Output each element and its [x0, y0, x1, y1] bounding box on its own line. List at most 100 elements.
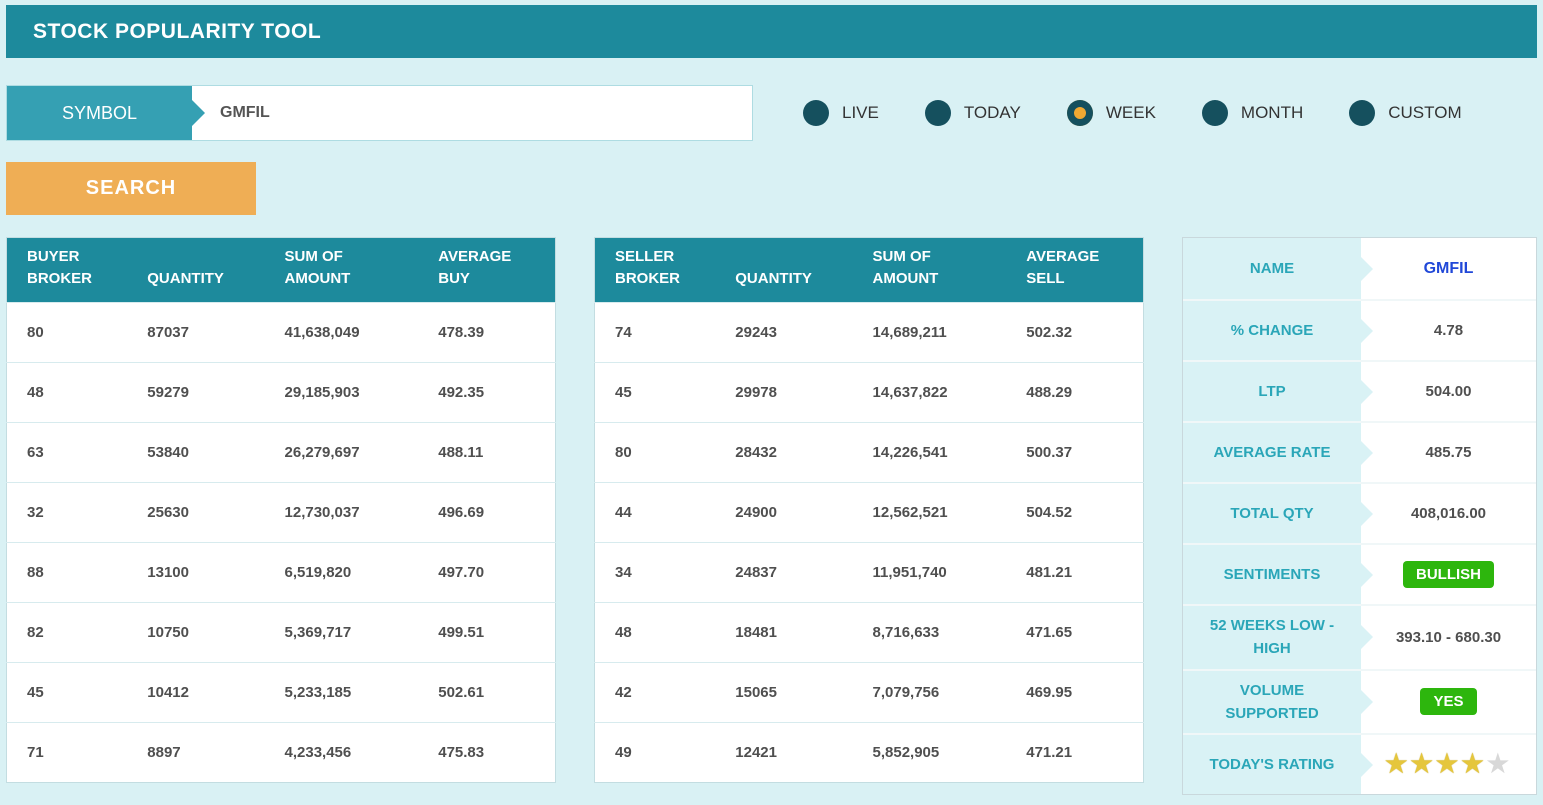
- table-row: 71 8897 4,233,456 475.83: [6, 721, 556, 782]
- star-filled-icon: ★: [1461, 750, 1487, 778]
- radio-icon[interactable]: [1349, 100, 1376, 126]
- search-button[interactable]: SEARCH: [6, 162, 256, 215]
- content: BUYER BROKER QUANTITY SUM OF AMOUNT AVERAGE…: [6, 237, 1537, 795]
- summary-label-text: SENTIMENTS: [1223, 565, 1321, 583]
- table-row: 49 12421 5,852,905 471.21: [594, 721, 1144, 782]
- summary-label: NAME: [1183, 238, 1361, 299]
- table-cell: 34: [594, 541, 716, 602]
- radio-icon[interactable]: [1201, 100, 1228, 126]
- table-cell: 499.51: [418, 601, 556, 662]
- summary-value: 408,016.00: [1361, 484, 1536, 543]
- period-option-custom[interactable]: CUSTOM: [1349, 100, 1462, 126]
- table-cell: 24837: [715, 541, 853, 602]
- symbol-link[interactable]: GMFIL: [1424, 260, 1474, 278]
- table-cell: 14,226,541: [852, 421, 1007, 482]
- summary-label-text: TOTAL QTY: [1230, 504, 1314, 522]
- summary-label-text: NAME: [1249, 259, 1295, 277]
- summary-label-text: VOLUME SUPPORTED: [1225, 681, 1319, 722]
- table-cell: 496.69: [418, 481, 556, 542]
- table-row: 42 15065 7,079,756 469.95: [594, 661, 1144, 722]
- table-cell: 12,562,521: [852, 481, 1007, 542]
- table-cell: 12421: [715, 721, 853, 782]
- table-cell: 478.39: [418, 301, 556, 362]
- table-cell: 29,185,903: [264, 361, 419, 422]
- star-filled-icon: ★: [1435, 750, 1462, 778]
- star-filled-icon: ★: [1384, 750, 1411, 778]
- column-header: SELLER BROKER: [594, 237, 716, 302]
- table-cell: 488.29: [1006, 361, 1144, 422]
- table-cell: 63: [6, 421, 128, 482]
- period-option-month[interactable]: MONTH: [1201, 100, 1303, 126]
- table-cell: 41,638,049: [264, 301, 419, 362]
- table-cell: 28432: [715, 421, 853, 482]
- table-cell: 5,369,717: [264, 601, 419, 662]
- controls-row: SYMBOL LIVE TODAY WEEK MONTH CUSTOM: [6, 85, 1537, 141]
- table-cell: 504.52: [1006, 481, 1144, 542]
- table-cell: 15065: [715, 661, 853, 722]
- table-cell: 502.32: [1006, 301, 1144, 362]
- table-cell: 82: [6, 601, 128, 662]
- table-cell: 18481: [715, 601, 853, 662]
- table-cell: 59279: [127, 361, 265, 422]
- rating-stars: ★★★★★: [1385, 752, 1512, 777]
- column-header: BUYER BROKER: [6, 237, 128, 302]
- period-option-label: WEEK: [1105, 103, 1156, 122]
- page: STOCK POPULARITY TOOL SYMBOL LIVE TODAY WE…: [0, 0, 1543, 795]
- summary-value: 485.75: [1361, 423, 1536, 482]
- symbol-input[interactable]: [192, 86, 752, 140]
- table-row: 44 24900 12,562,521 504.52: [594, 481, 1144, 542]
- summary-label: LTP: [1183, 362, 1361, 421]
- column-header: SUM OF AMOUNT: [852, 237, 1007, 302]
- table-cell: 53840: [127, 421, 265, 482]
- seller-table-header-row: SELLER BROKER QUANTITY SUM OF AMOUNT AVERAG…: [594, 237, 1144, 302]
- table-cell: 488.11: [418, 421, 556, 482]
- period-option-live[interactable]: LIVE: [803, 100, 879, 126]
- summary-label: AVERAGE RATE: [1183, 423, 1361, 482]
- column-header: QUANTITY: [127, 237, 265, 302]
- summary-label: VOLUME SUPPORTED: [1183, 670, 1361, 733]
- radio-icon[interactable]: [924, 100, 951, 126]
- table-cell: 80: [594, 421, 716, 482]
- period-option-label: TODAY: [963, 103, 1021, 122]
- summary-row: TODAY'S RATING ★★★★★: [1183, 733, 1536, 794]
- table-row: 63 53840 26,279,697 488.11: [6, 421, 556, 482]
- column-header: QUANTITY: [715, 237, 853, 302]
- summary-value: 4.78: [1361, 301, 1536, 360]
- table-cell: 42: [594, 661, 716, 722]
- period-option-today[interactable]: TODAY: [924, 100, 1021, 126]
- table-cell: 12,730,037: [264, 481, 419, 542]
- column-header: SUM OF AMOUNT: [264, 237, 419, 302]
- buyer-table-body: 80 87037 41,638,049 478.39 48 59279 29,185,903…: [6, 301, 556, 782]
- radio-icon[interactable]: [803, 100, 829, 126]
- table-cell: 74: [594, 301, 716, 362]
- summary-value: YES: [1361, 670, 1536, 733]
- radio-selected-icon[interactable]: [1066, 100, 1093, 126]
- summary-label: % CHANGE: [1183, 301, 1361, 360]
- table-row: 34 24837 11,951,740 481.21: [594, 541, 1144, 602]
- period-option-label: CUSTOM: [1388, 103, 1462, 122]
- table-cell: 80: [6, 301, 128, 362]
- table-row: 88 13100 6,519,820 497.70: [6, 541, 556, 602]
- table-cell: 475.83: [418, 721, 556, 782]
- table-row: 80 87037 41,638,049 478.39: [6, 301, 556, 362]
- summary-row: NAME GMFIL: [1183, 238, 1536, 299]
- symbol-group: SYMBOL: [6, 85, 753, 141]
- table-cell: 497.70: [418, 541, 556, 602]
- summary-value: 504.00: [1361, 362, 1536, 421]
- summary-label: TODAY'S RATING: [1183, 735, 1361, 794]
- period-option-week[interactable]: WEEK: [1066, 100, 1156, 126]
- summary-row: TOTAL QTY 408,016.00: [1183, 482, 1536, 543]
- summary-label-text: AVERAGE RATE: [1213, 443, 1331, 461]
- summary-label: TOTAL QTY: [1183, 484, 1361, 543]
- table-cell: 24900: [715, 481, 853, 542]
- table-cell: 7,079,756: [852, 661, 1007, 722]
- table-cell: 13100: [127, 541, 265, 602]
- table-cell: 88: [6, 541, 128, 602]
- table-cell: 471.65: [1006, 601, 1144, 662]
- table-cell: 4,233,456: [264, 721, 419, 782]
- summary-row: 52 WEEKS LOW - HIGH 393.10 - 680.30: [1183, 604, 1536, 669]
- summary-row: SENTIMENTS BULLISH: [1183, 543, 1536, 604]
- period-option-label: LIVE: [842, 103, 879, 122]
- table-cell: 6,519,820: [264, 541, 419, 602]
- table-cell: 14,637,822: [852, 361, 1007, 422]
